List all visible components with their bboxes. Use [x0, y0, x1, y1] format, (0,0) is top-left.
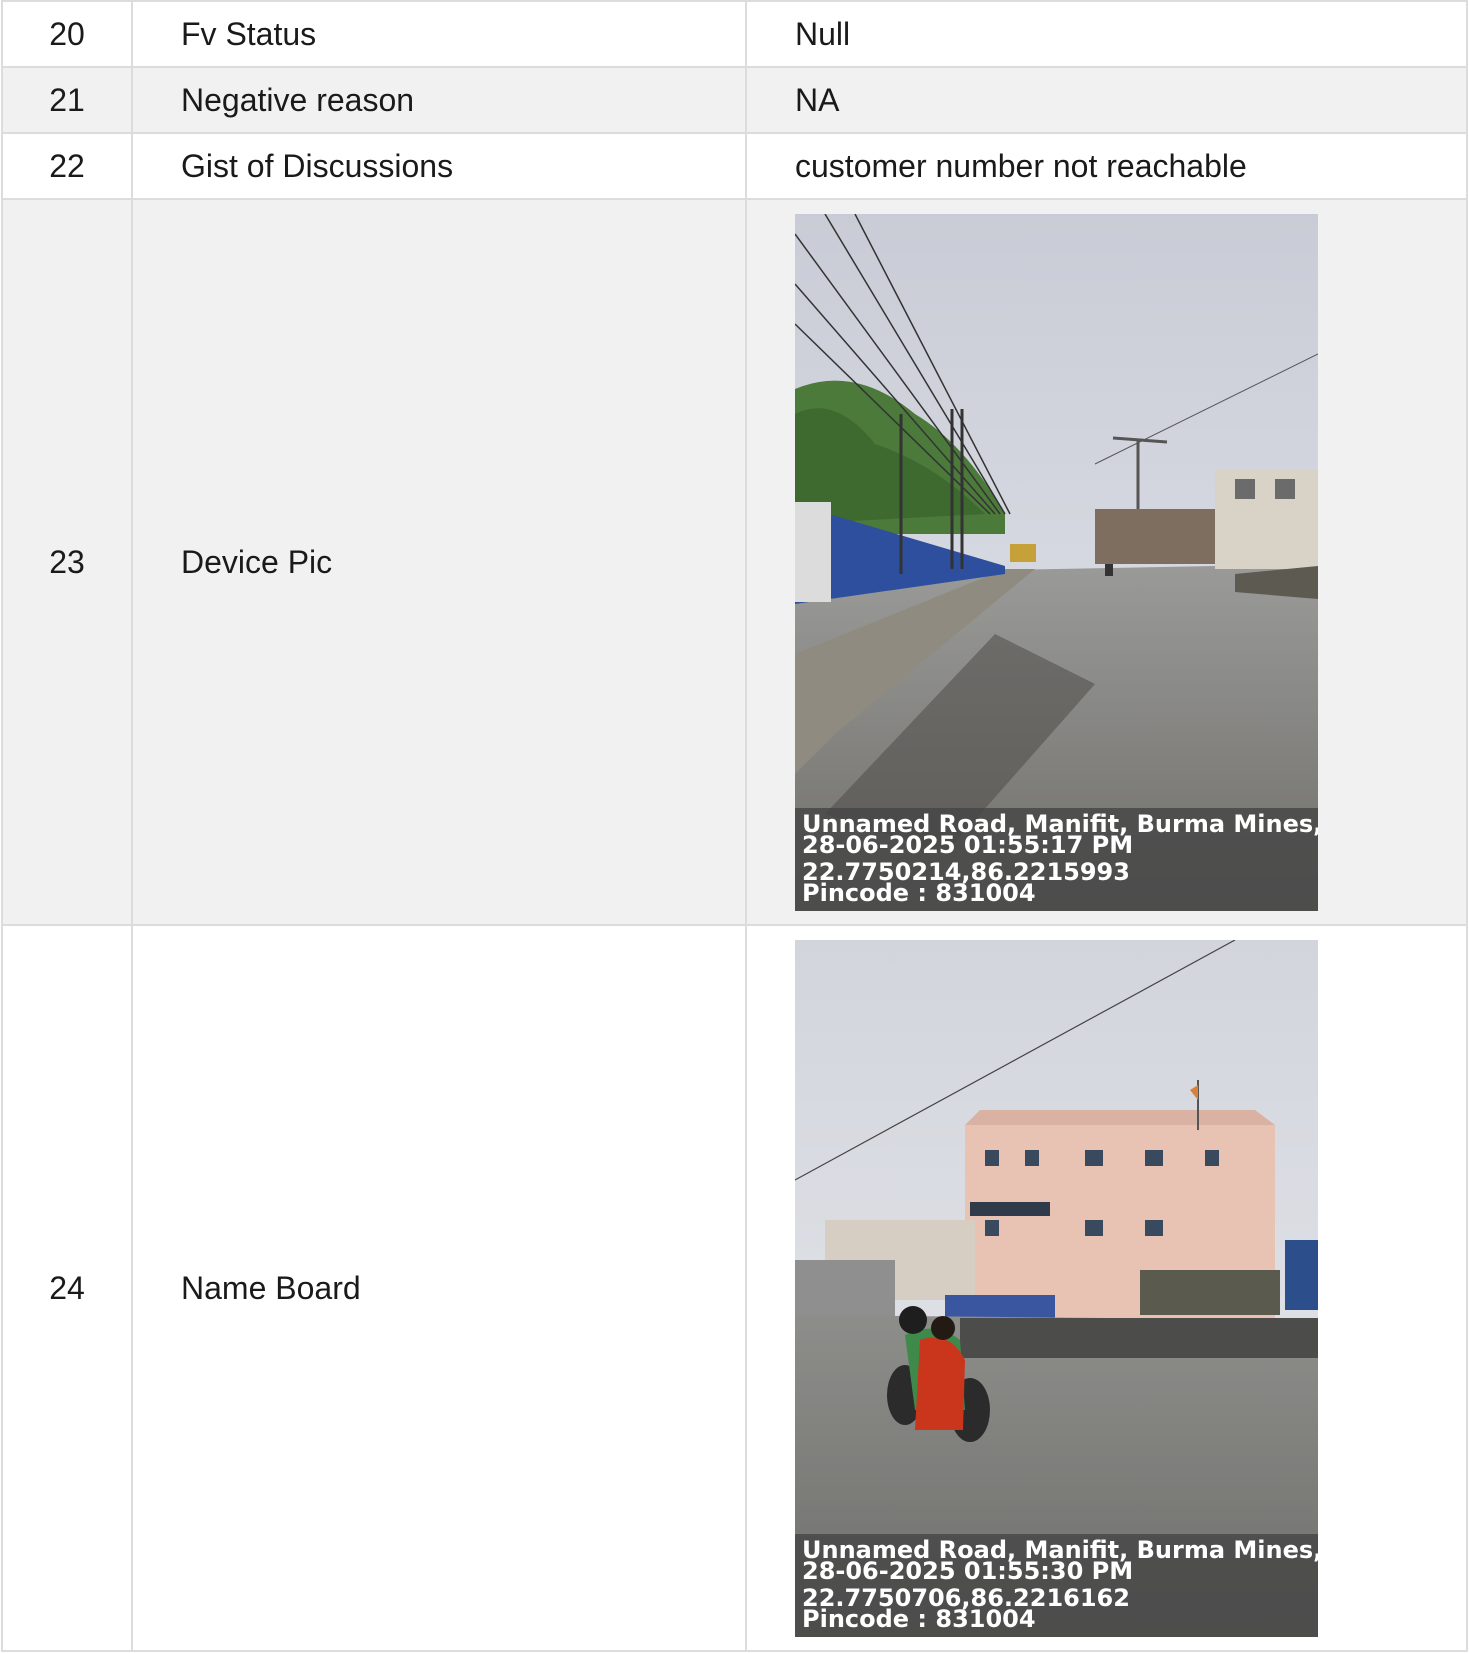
- row-value: Unnamed Road, Manifit, Burma Mines, Jams…: [745, 198, 1468, 926]
- device-photo[interactable]: Unnamed Road, Manifit, Burma Mines, Jams…: [795, 213, 1318, 911]
- geotag-pincode: Pincode : 831004: [802, 878, 1036, 907]
- row-label: Negative reason: [131, 66, 747, 134]
- photo-geotag-stamp: Unnamed Road, Manifit, Burma Mines, Jams…: [795, 807, 1318, 911]
- row-number: 24: [1, 924, 133, 1652]
- table-row: 21 Negative reason NA: [1, 66, 1468, 134]
- table-row: 22 Gist of Discussions customer number n…: [1, 132, 1468, 200]
- row-value: Unnamed Road, Manifit, Burma Mines, Jams…: [745, 924, 1468, 1652]
- geotag-pincode: Pincode : 831004: [802, 1604, 1036, 1633]
- row-label: Fv Status: [131, 0, 747, 68]
- row-label: Name Board: [131, 924, 747, 1652]
- row-label: Gist of Discussions: [131, 132, 747, 200]
- row-label: Device Pic: [131, 198, 747, 926]
- row-value: customer number not reachable: [745, 132, 1468, 200]
- details-table: 20 Fv Status Null 21 Negative reason NA …: [1, 0, 1468, 1652]
- geotag-datetime: 28-06-2025 01:55:17 PM: [802, 830, 1134, 859]
- row-number: 23: [1, 198, 133, 926]
- road-scene-image: [795, 213, 1318, 911]
- table-row: 20 Fv Status Null: [1, 0, 1468, 68]
- row-value: NA: [745, 66, 1468, 134]
- geotag-datetime: 28-06-2025 01:55:30 PM: [802, 1556, 1134, 1585]
- table-row: 23 Device Pic Unnamed Road, Manifit, Bur…: [1, 198, 1468, 926]
- row-number: 22: [1, 132, 133, 200]
- building-scene-image: [795, 939, 1318, 1637]
- name-board-photo[interactable]: Unnamed Road, Manifit, Burma Mines, Jams…: [795, 939, 1318, 1637]
- row-value: Null: [745, 0, 1468, 68]
- row-number: 20: [1, 0, 133, 68]
- row-number: 21: [1, 66, 133, 134]
- photo-geotag-stamp: Unnamed Road, Manifit, Burma Mines, Jams…: [795, 1533, 1318, 1637]
- table-row: 24 Name Board Unnamed Road, Manifit, Bur…: [1, 924, 1468, 1652]
